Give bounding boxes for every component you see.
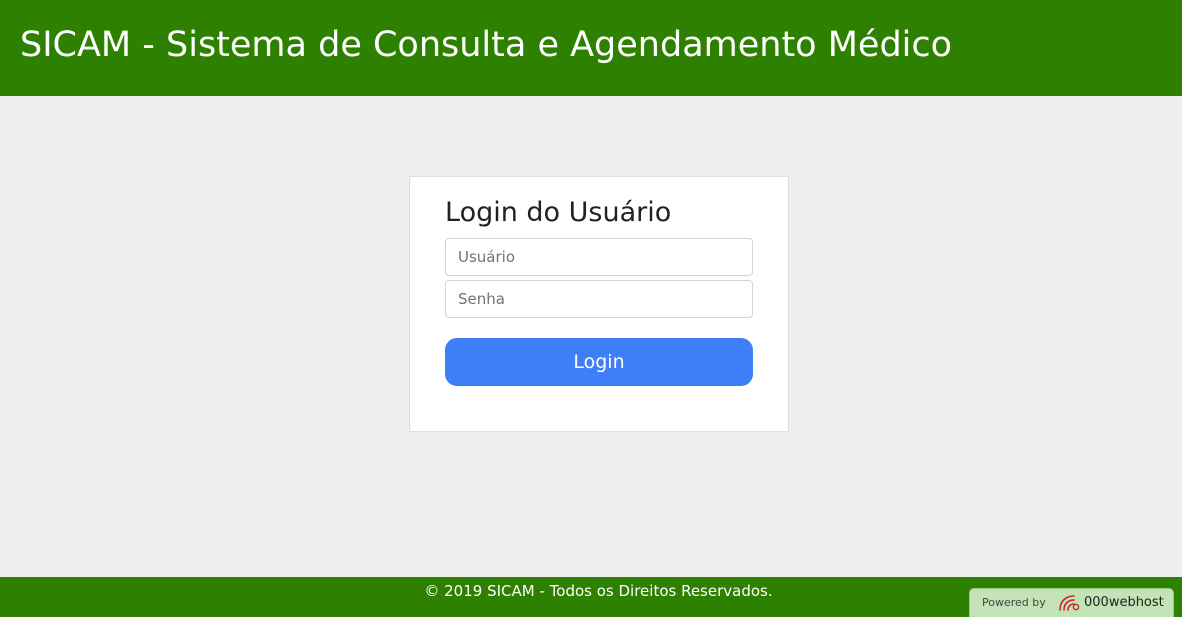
login-button[interactable]: Login <box>445 338 753 386</box>
site-header: SICAM - Sistema de Consulta e Agendament… <box>0 0 1182 96</box>
username-input[interactable] <box>445 238 753 276</box>
powered-by-label: Powered by <box>982 596 1046 609</box>
000webhost-brand: 000webhost <box>1084 595 1164 610</box>
password-input[interactable] <box>445 280 753 318</box>
000webhost-logo-icon <box>1056 593 1082 613</box>
site-title: SICAM - Sistema de Consulta e Agendament… <box>20 25 953 65</box>
powered-by-badge[interactable]: Powered by 000webhost <box>969 588 1174 617</box>
login-heading: Login do Usuário <box>445 197 672 228</box>
login-card: Login do Usuário Login <box>409 176 789 432</box>
